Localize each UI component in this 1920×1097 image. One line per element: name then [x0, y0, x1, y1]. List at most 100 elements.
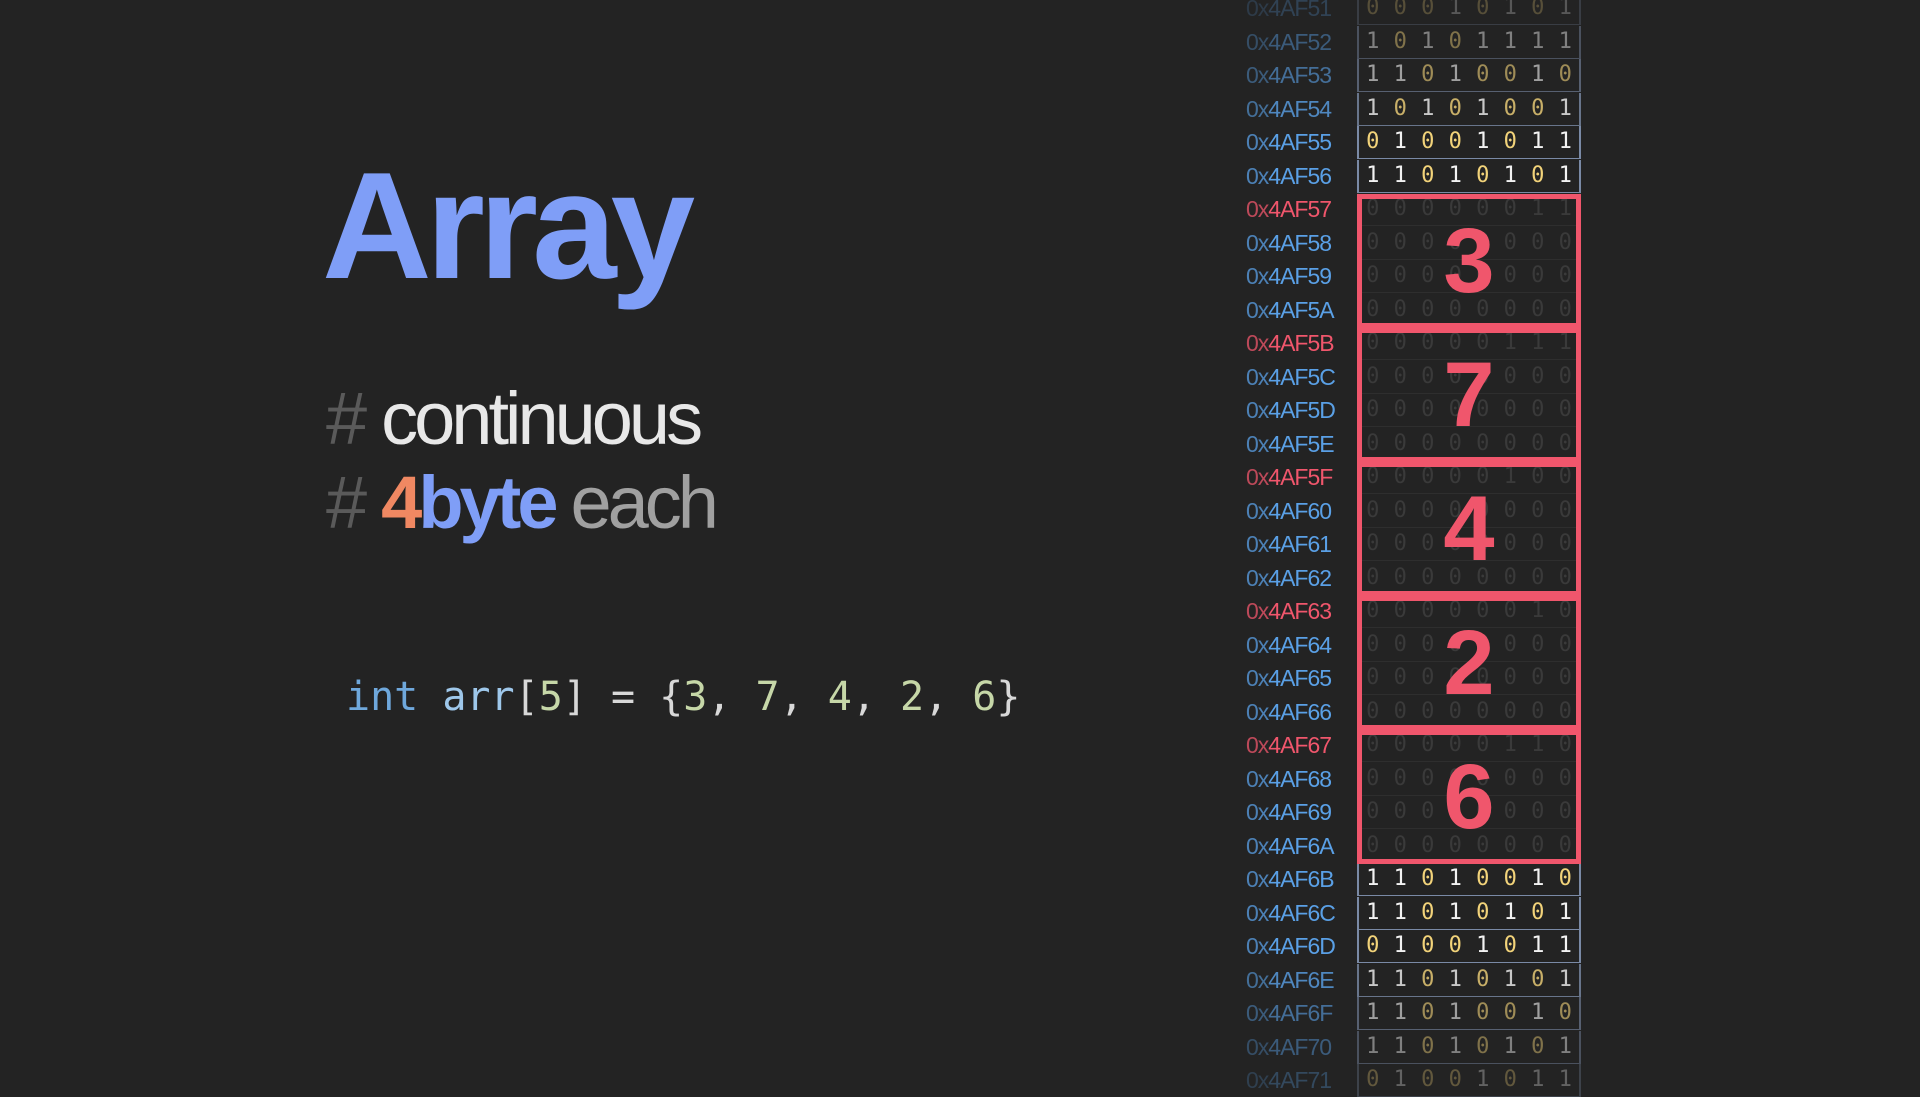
address-hex: 4AF5A — [1268, 296, 1334, 323]
address-hex: 4AF55 — [1268, 129, 1332, 155]
address-hex: 4AF59 — [1268, 263, 1332, 289]
memory-address: 0x4AF5B — [1246, 327, 1346, 360]
memory-byte: 01001011 — [1357, 930, 1581, 963]
memory-address: 0x4AF56 — [1246, 160, 1346, 193]
bit: 1 — [1366, 899, 1380, 925]
bit: 0 — [1531, 1033, 1545, 1059]
bit: 0 — [1476, 899, 1490, 925]
address-hex: 4AF61 — [1268, 531, 1332, 557]
bit: 0 — [1503, 1000, 1517, 1025]
bit: 1 — [1503, 966, 1517, 992]
bit: 0 — [1476, 162, 1490, 188]
bit: 0 — [1503, 933, 1517, 958]
memory-address: 0x4AF54 — [1246, 93, 1346, 126]
address-prefix: 0x — [1246, 95, 1269, 122]
bit: 0 — [1421, 966, 1435, 992]
bit: 0 — [1421, 1067, 1435, 1092]
bit: 1 — [1393, 1033, 1407, 1059]
memory-byte: 11010010 — [1357, 863, 1581, 896]
bit: 1 — [1448, 0, 1462, 20]
address-hex: 4AF6B — [1268, 866, 1334, 892]
bit: 1 — [1393, 1067, 1407, 1092]
address-hex: 4AF63 — [1268, 598, 1332, 624]
address-prefix: 0x — [1246, 363, 1269, 390]
memory-address: 0x4AF64 — [1246, 629, 1346, 662]
bit: 0 — [1503, 62, 1517, 87]
address-hex: 4AF60 — [1268, 497, 1332, 524]
memory-address: 0x4AF59 — [1246, 260, 1346, 293]
bit: 0 — [1421, 1033, 1435, 1059]
bit: 1 — [1558, 1033, 1572, 1059]
address-prefix: 0x — [1246, 0, 1269, 21]
address-hex: 4AF70 — [1268, 1033, 1332, 1060]
bit: 0 — [1421, 0, 1435, 20]
memory-byte: 11010010 — [1357, 59, 1581, 92]
bit: 0 — [1421, 933, 1435, 958]
address-prefix: 0x — [1246, 196, 1269, 222]
bit: 0 — [1476, 1000, 1490, 1025]
address-hex: 4AF6C — [1268, 899, 1336, 926]
memory-address: 0x4AF51 — [1246, 0, 1346, 25]
memory-address: 0x4AF58 — [1246, 227, 1346, 260]
address-prefix: 0x — [1246, 497, 1269, 524]
address-prefix: 0x — [1246, 28, 1269, 55]
address-prefix: 0x — [1246, 933, 1269, 959]
address-hex: 4AF51 — [1268, 0, 1332, 21]
bit: 0 — [1366, 933, 1380, 958]
bit: 1 — [1503, 162, 1517, 188]
address-hex: 4AF52 — [1268, 28, 1332, 55]
address-prefix: 0x — [1246, 430, 1269, 457]
address-hex: 4AF54 — [1268, 95, 1332, 122]
address-hex: 4AF65 — [1268, 665, 1332, 691]
bit: 0 — [1558, 62, 1572, 87]
bit: 1 — [1421, 28, 1435, 54]
bit: 1 — [1476, 1067, 1490, 1092]
address-prefix: 0x — [1246, 698, 1269, 725]
bit: 1 — [1476, 28, 1490, 54]
bit: 0 — [1531, 966, 1545, 992]
bit: 0 — [1531, 899, 1545, 925]
bit: 0 — [1558, 866, 1572, 891]
memory-address: 0x4AF68 — [1246, 763, 1346, 796]
bit: 1 — [1558, 1067, 1572, 1092]
address-prefix: 0x — [1246, 531, 1269, 557]
address-hex: 4AF6E — [1268, 966, 1334, 993]
bit: 0 — [1448, 95, 1462, 121]
bit: 0 — [1366, 129, 1380, 154]
bit: 1 — [1366, 95, 1380, 121]
bit: 0 — [1531, 95, 1545, 121]
address-hex: 4AF66 — [1268, 698, 1332, 725]
bit: 1 — [1393, 1000, 1407, 1025]
address-hex: 4AF67 — [1268, 732, 1332, 758]
memory-byte: 10101111 — [1357, 25, 1581, 59]
bit: 0 — [1448, 129, 1462, 154]
address-prefix: 0x — [1246, 464, 1269, 490]
bit: 1 — [1558, 899, 1572, 925]
memory-address: 0x4AF57 — [1246, 193, 1346, 226]
memory-address: 0x4AF5D — [1246, 394, 1346, 427]
bit: 1 — [1366, 162, 1380, 188]
memory-address: 0x4AF55 — [1246, 126, 1346, 159]
memory-address: 0x4AF67 — [1246, 729, 1346, 762]
bit: 1 — [1531, 933, 1545, 958]
memory-byte: 11010101 — [1357, 159, 1581, 193]
bit: 0 — [1448, 1067, 1462, 1092]
memory-address: 0x4AF60 — [1246, 495, 1346, 528]
bit: 1 — [1531, 1000, 1545, 1025]
address-hex: 4AF6F — [1268, 1000, 1333, 1026]
bit: 0 — [1421, 162, 1435, 188]
bit: 0 — [1476, 1033, 1490, 1059]
address-prefix: 0x — [1246, 866, 1269, 892]
bit: 0 — [1393, 0, 1407, 20]
bit: 0 — [1448, 933, 1462, 958]
bit: 0 — [1421, 866, 1435, 891]
bit: 1 — [1366, 1033, 1380, 1059]
bit: 1 — [1366, 1000, 1380, 1025]
address-prefix: 0x — [1246, 263, 1269, 289]
address-hex: 4AF62 — [1268, 564, 1332, 591]
bit: 0 — [1476, 0, 1490, 20]
address-prefix: 0x — [1246, 62, 1269, 88]
address-hex: 4AF53 — [1268, 62, 1332, 88]
array-element-box: 3 — [1357, 194, 1581, 328]
memory-address: 0x4AF5F — [1246, 461, 1346, 494]
